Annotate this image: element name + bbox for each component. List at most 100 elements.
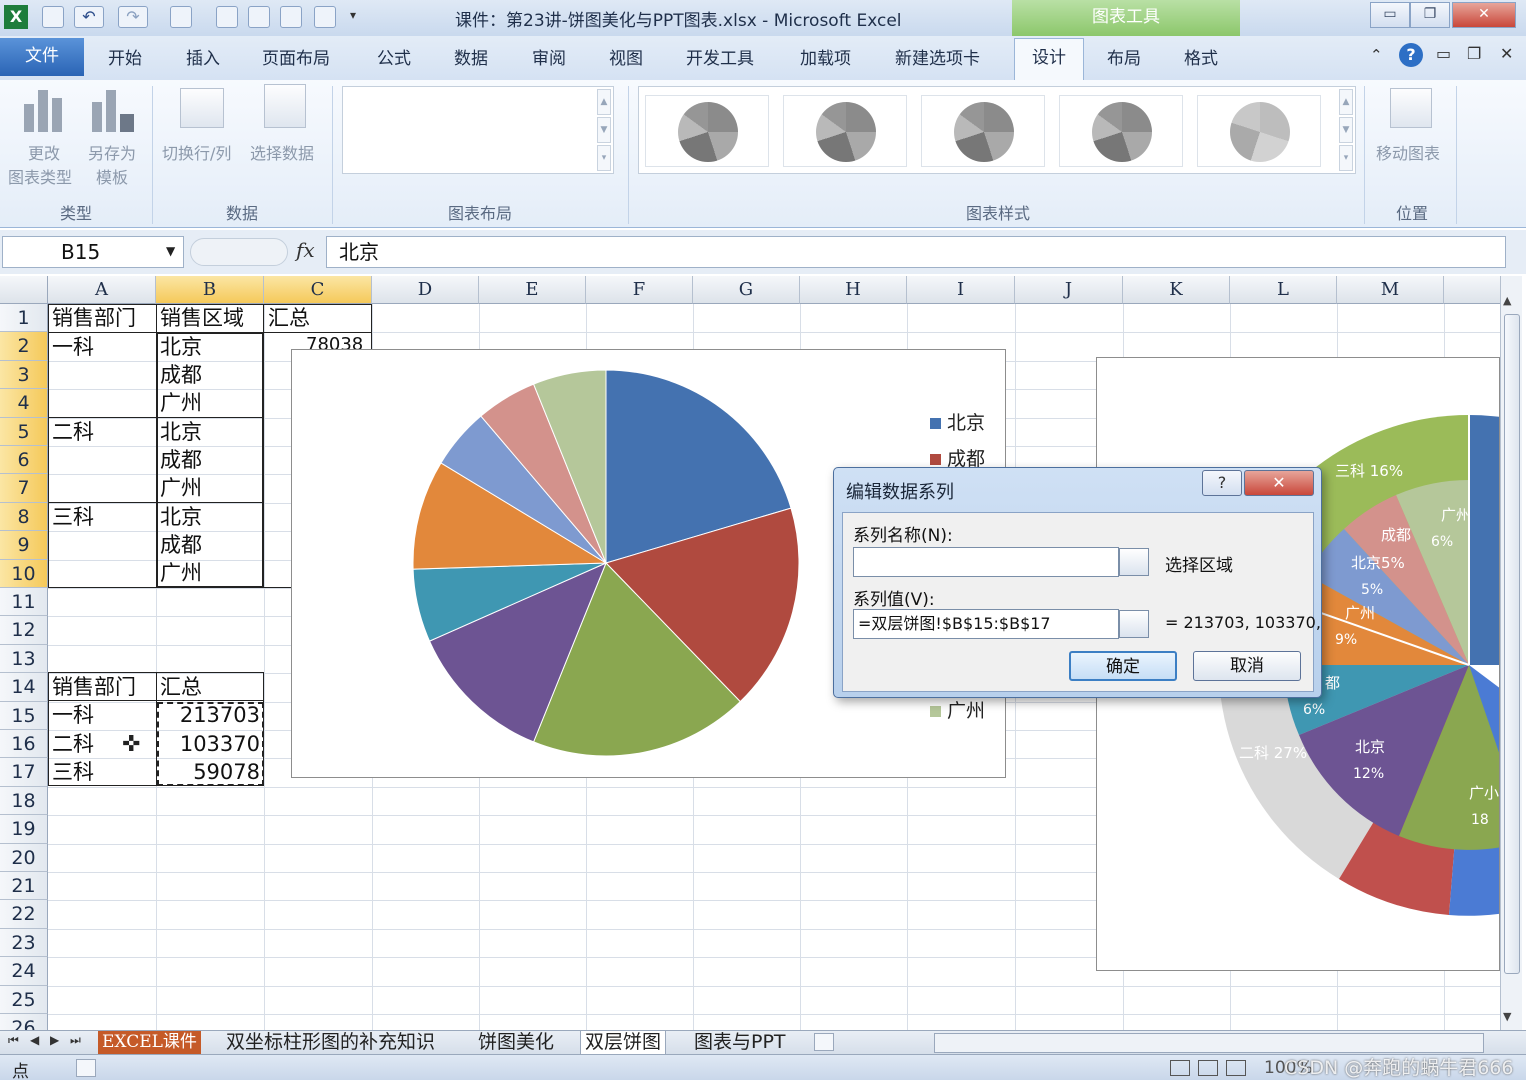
row-header[interactable]: 25 (0, 985, 48, 1014)
name-box-dropdown-icon[interactable]: ▼ (166, 244, 175, 258)
column-header[interactable]: H (800, 276, 907, 304)
series-name-input[interactable] (853, 547, 1119, 577)
row-header[interactable]: 4 (0, 389, 48, 418)
minimize-button[interactable]: ▭ (1370, 2, 1410, 28)
row-header[interactable]: 11 (0, 588, 48, 617)
tab-home[interactable]: 开始 (108, 44, 142, 69)
tab-formulas[interactable]: 公式 (377, 44, 411, 69)
formula-input[interactable]: 北京 (326, 236, 1506, 268)
vertical-scrollbar[interactable]: ▲ ▼ (1500, 276, 1522, 1030)
restore-button[interactable]: ❐ (1410, 2, 1450, 28)
row-header[interactable]: 12 (0, 616, 48, 645)
dialog-close-button[interactable]: ✕ (1244, 470, 1314, 496)
collapse-dialog-icon[interactable] (1119, 610, 1149, 638)
row-header[interactable]: 1 (0, 304, 48, 333)
column-header[interactable] (1444, 276, 1500, 304)
sheet-tab-active[interactable]: 双层饼图 (580, 1031, 667, 1055)
dialog-help-button[interactable]: ? (1202, 470, 1242, 496)
styles-scroll-down[interactable]: ▼ (1339, 117, 1353, 143)
column-header[interactable]: E (479, 276, 586, 304)
name-box[interactable]: B15 (2, 236, 184, 268)
sheet-nav-next-icon[interactable]: ▶ (50, 1033, 59, 1047)
row-header[interactable]: 14 (0, 673, 48, 702)
customize-qat-icon[interactable]: ▾ (350, 8, 356, 22)
quick-access-icon[interactable] (314, 6, 336, 28)
change-chart-type-button[interactable]: 更改 图表类型 (8, 84, 82, 190)
chart-style-1[interactable] (645, 95, 769, 167)
gallery-scroll-up[interactable]: ▲ (597, 89, 611, 115)
styles-more[interactable]: ▾ (1339, 145, 1353, 171)
column-header[interactable]: G (693, 276, 800, 304)
chart-style-2[interactable] (783, 95, 907, 167)
column-header[interactable]: B (156, 276, 264, 304)
chart-layout-gallery[interactable]: ▲ ▼ ▾ (342, 86, 614, 174)
quick-access-icon[interactable] (248, 6, 270, 28)
row-header[interactable]: 15 (0, 701, 48, 730)
row-header[interactable]: 5 (0, 417, 48, 446)
legend-item[interactable]: 广州 (930, 696, 985, 723)
column-header[interactable]: M (1337, 276, 1444, 304)
row-header[interactable]: 19 (0, 815, 48, 844)
row-header[interactable]: 2 (0, 332, 48, 361)
formula-bar-handle[interactable] (190, 238, 288, 266)
sheet-tab[interactable]: EXCEL课件 (98, 1031, 201, 1055)
save-as-template-button[interactable]: 另存为 模板 (84, 84, 146, 190)
tab-review[interactable]: 审阅 (532, 44, 566, 69)
scroll-up-arrow[interactable]: ▲ (1503, 294, 1511, 307)
move-chart-button[interactable]: 移动图表 (1372, 84, 1452, 164)
close-button[interactable]: ✕ (1452, 2, 1516, 28)
page-layout-view-icon[interactable] (1198, 1060, 1218, 1076)
tab-layout[interactable]: 布局 (1107, 44, 1141, 69)
row-header[interactable]: 3 (0, 360, 48, 390)
column-header[interactable]: C (264, 276, 372, 304)
horizontal-scrollbar[interactable] (934, 1033, 1484, 1053)
column-header[interactable]: F (586, 276, 693, 304)
row-header[interactable]: 23 (0, 928, 48, 958)
tab-view[interactable]: 视图 (609, 44, 643, 69)
legend-item[interactable]: 北京 (930, 408, 985, 435)
gallery-scroll-down[interactable]: ▼ (597, 117, 611, 143)
insert-sheet-icon[interactable] (814, 1033, 834, 1051)
sheet-nav-prev-icon[interactable]: ◀ (30, 1033, 39, 1047)
cancel-button[interactable]: 取消 (1193, 651, 1301, 681)
close-workbook-icon[interactable]: ✕ (1500, 44, 1513, 63)
select-data-button[interactable]: 选择数据 (250, 84, 326, 164)
minimize-workbook-icon[interactable]: ▭ (1436, 44, 1451, 63)
column-header[interactable]: L (1230, 276, 1337, 304)
gallery-more[interactable]: ▾ (597, 145, 611, 171)
restore-workbook-icon[interactable]: ❐ (1467, 44, 1481, 63)
tab-new[interactable]: 新建选项卡 (895, 44, 980, 69)
row-header[interactable]: 18 (0, 786, 48, 816)
switch-row-column-button[interactable]: 切换行/列 (162, 84, 244, 164)
tab-design[interactable]: 设计 (1014, 38, 1084, 80)
column-header[interactable]: K (1123, 276, 1230, 304)
row-header[interactable]: 6 (0, 446, 48, 475)
sheet-tab[interactable]: 图表与PPT (690, 1031, 790, 1055)
chart-style-4[interactable] (1059, 95, 1183, 167)
ok-button[interactable]: 确定 (1069, 651, 1177, 681)
row-header[interactable]: 13 (0, 644, 48, 674)
row-header[interactable]: 10 (0, 559, 48, 588)
scroll-thumb[interactable] (1504, 314, 1520, 974)
quick-access-icon[interactable] (280, 6, 302, 28)
column-header[interactable]: I (907, 276, 1015, 304)
sheet-nav-last-icon[interactable]: ⏭ (70, 1033, 81, 1048)
tab-file[interactable]: 文件 (0, 38, 84, 76)
tab-page-layout[interactable]: 页面布局 (262, 44, 330, 69)
row-header[interactable]: 22 (0, 900, 48, 929)
save-icon[interactable] (42, 6, 64, 28)
column-header[interactable]: A (48, 276, 156, 304)
row-header[interactable]: 8 (0, 502, 48, 532)
row-header[interactable]: 21 (0, 872, 48, 901)
redo-icon[interactable]: ↷ (118, 6, 148, 28)
quick-access-icon[interactable] (216, 6, 238, 28)
select-all-corner[interactable] (0, 276, 48, 304)
sheet-tab[interactable]: 双坐标柱形图的补充知识 (222, 1031, 439, 1055)
undo-icon[interactable]: ↶ (74, 6, 104, 28)
sheet-tab[interactable]: 饼图美化 (474, 1031, 558, 1055)
tab-data[interactable]: 数据 (454, 44, 488, 69)
series-values-input[interactable]: =双层饼图!$B$15:$B$17 (853, 609, 1119, 639)
row-header[interactable]: 17 (0, 758, 48, 787)
macro-record-icon[interactable] (76, 1059, 96, 1077)
column-header[interactable]: D (372, 276, 479, 304)
